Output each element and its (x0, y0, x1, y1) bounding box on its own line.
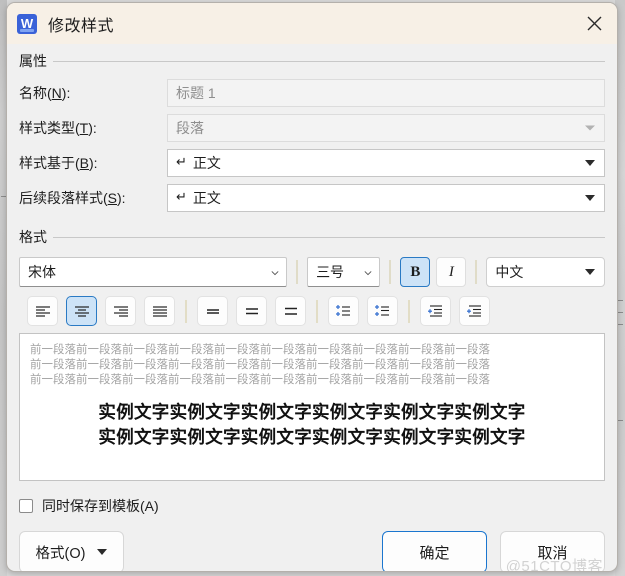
toolbar-separator (316, 299, 318, 323)
chevron-down-icon (585, 194, 595, 201)
ok-button[interactable]: 确定 (382, 531, 487, 571)
cancel-button[interactable]: 取消 (500, 531, 605, 571)
italic-label: I (448, 263, 454, 280)
align-right-icon[interactable] (105, 296, 136, 326)
line-spacing-double-glyph (284, 307, 297, 315)
toolbar-separator (185, 299, 187, 323)
dialog-titlebar: W 修改样式 (7, 3, 617, 44)
dialog-footer: 格式(O) 确定 取消 @51CTO博客 (19, 531, 605, 571)
bold-label: B (410, 263, 421, 280)
toolbar-separator (296, 260, 299, 284)
align-left-icon[interactable] (27, 296, 58, 326)
chevron-down-icon (97, 549, 108, 555)
close-glyph (587, 16, 601, 30)
next-paragraph-style-value: 正文 (192, 189, 221, 206)
preview-sample-line: 实例文字实例文字实例文字实例文字实例文字实例文字 (98, 403, 526, 423)
decrease-paragraph-spacing-icon[interactable] (367, 296, 398, 326)
background-fleck (618, 300, 623, 301)
next-paragraph-style-select[interactable]: ↵ 正文 (167, 183, 605, 212)
format-menu-button[interactable]: 格式(O) (19, 531, 124, 571)
style-based-on-row: 样式基于(B): ↵ 正文 (19, 146, 605, 179)
toolbar-separator (408, 299, 410, 323)
italic-button[interactable]: I (436, 257, 467, 287)
language-value: 中文 (495, 264, 524, 280)
style-type-value: 段落 (176, 119, 204, 136)
style-based-on-select[interactable]: ↵ 正文 (167, 148, 605, 177)
format-group-label: 格式 (19, 229, 47, 245)
line-spacing-1-5-icon[interactable] (236, 296, 267, 326)
name-value: 标题 1 (176, 84, 216, 101)
modify-style-dialog: W 修改样式 属性 名称(N): 标题 1 样式类型(T): 段落 样式基于(B… (6, 2, 618, 572)
chevron-down-icon (271, 271, 279, 276)
save-to-template-label: 同时保存到模板(A) (42, 498, 159, 514)
background-fleck (618, 324, 623, 325)
word-w-icon: W (17, 13, 37, 34)
cancel-label: 取消 (537, 544, 568, 562)
properties-group-header: 属性 (19, 48, 605, 74)
next-paragraph-style-label: 后续段落样式(S): (19, 189, 126, 206)
font-size-value: 三号 (316, 264, 345, 280)
group-divider (53, 60, 605, 62)
align-left-glyph (35, 306, 50, 317)
paragraph-mark-icon: ↵ (176, 190, 187, 205)
dialog-title: 修改样式 (48, 17, 115, 35)
close-icon[interactable] (579, 9, 609, 37)
language-select[interactable]: 中文 (486, 257, 605, 287)
increase-paragraph-spacing-glyph (336, 304, 350, 316)
save-to-template-checkbox[interactable] (19, 499, 33, 513)
decrease-indent-icon[interactable] (420, 296, 451, 326)
bold-button[interactable]: B (400, 257, 431, 287)
style-type-label: 样式类型(T): (19, 119, 97, 136)
toolbar-separator (389, 260, 392, 284)
decrease-indent-glyph (428, 305, 442, 317)
increase-indent-glyph (467, 305, 481, 317)
align-right-glyph (113, 306, 128, 317)
style-type-row: 样式类型(T): 段落 (19, 111, 605, 144)
preview-context-line: 前一段落前一段落前一段落前一段落前一段落前一段落前一段落前一段落前一段落前一段落 (30, 342, 490, 356)
dialog-body: 属性 名称(N): 标题 1 样式类型(T): 段落 样式基于(B): ↵ 正文 (7, 48, 617, 571)
background-fleck (618, 312, 623, 313)
chevron-down-icon (585, 159, 595, 166)
preview-context-line: 前一段落前一段落前一段落前一段落前一段落前一段落前一段落前一段落前一段落前一段落 (30, 372, 490, 386)
ok-label: 确定 (419, 544, 450, 562)
name-label: 名称(N): (19, 84, 71, 101)
increase-indent-icon[interactable] (459, 296, 490, 326)
name-row: 名称(N): 标题 1 (19, 76, 605, 109)
properties-group-label: 属性 (19, 53, 47, 69)
increase-paragraph-spacing-icon[interactable] (328, 296, 359, 326)
style-type-select[interactable]: 段落 (167, 113, 605, 142)
chevron-down-icon (585, 269, 595, 275)
font-family-value: 宋体 (28, 264, 56, 280)
decrease-paragraph-spacing-glyph (375, 304, 389, 316)
line-spacing-1-5-glyph (245, 308, 258, 315)
preview-sample-line: 实例文字实例文字实例文字实例文字实例文字实例文字 (98, 428, 526, 448)
align-justify-glyph (152, 306, 167, 317)
style-based-on-value: 正文 (192, 154, 221, 171)
style-based-on-label: 样式基于(B): (19, 154, 98, 171)
style-preview: 前一段落前一段落前一段落前一段落前一段落前一段落前一段落前一段落前一段落前一段落… (19, 333, 605, 481)
name-input[interactable]: 标题 1 (167, 78, 605, 107)
next-paragraph-style-row: 后续段落样式(S): ↵ 正文 (19, 181, 605, 214)
save-to-template-row[interactable]: 同时保存到模板(A) (19, 495, 605, 517)
background-fleck (618, 420, 623, 421)
paragraph-toolbar (19, 295, 605, 327)
preview-context-line: 前一段落前一段落前一段落前一段落前一段落前一段落前一段落前一段落前一段落前一段落 (30, 357, 490, 371)
align-center-glyph (74, 306, 89, 317)
chevron-down-icon (364, 271, 372, 276)
format-menu-label: 格式(O) (35, 545, 86, 562)
align-center-icon[interactable] (66, 296, 97, 326)
chevron-down-icon (585, 125, 595, 130)
line-spacing-single-glyph (206, 309, 219, 314)
group-divider (53, 236, 605, 238)
line-spacing-double-icon[interactable] (275, 296, 306, 326)
paragraph-mark-icon: ↵ (176, 155, 187, 170)
line-spacing-single-icon[interactable] (197, 296, 228, 326)
toolbar-separator (475, 260, 478, 284)
align-justify-icon[interactable] (144, 296, 175, 326)
font-family-select[interactable]: 宋体 (19, 257, 288, 287)
font-size-select[interactable]: 三号 (307, 257, 381, 287)
font-toolbar: 宋体 三号 B I 中文 (19, 256, 605, 288)
format-group-header: 格式 (19, 224, 605, 250)
